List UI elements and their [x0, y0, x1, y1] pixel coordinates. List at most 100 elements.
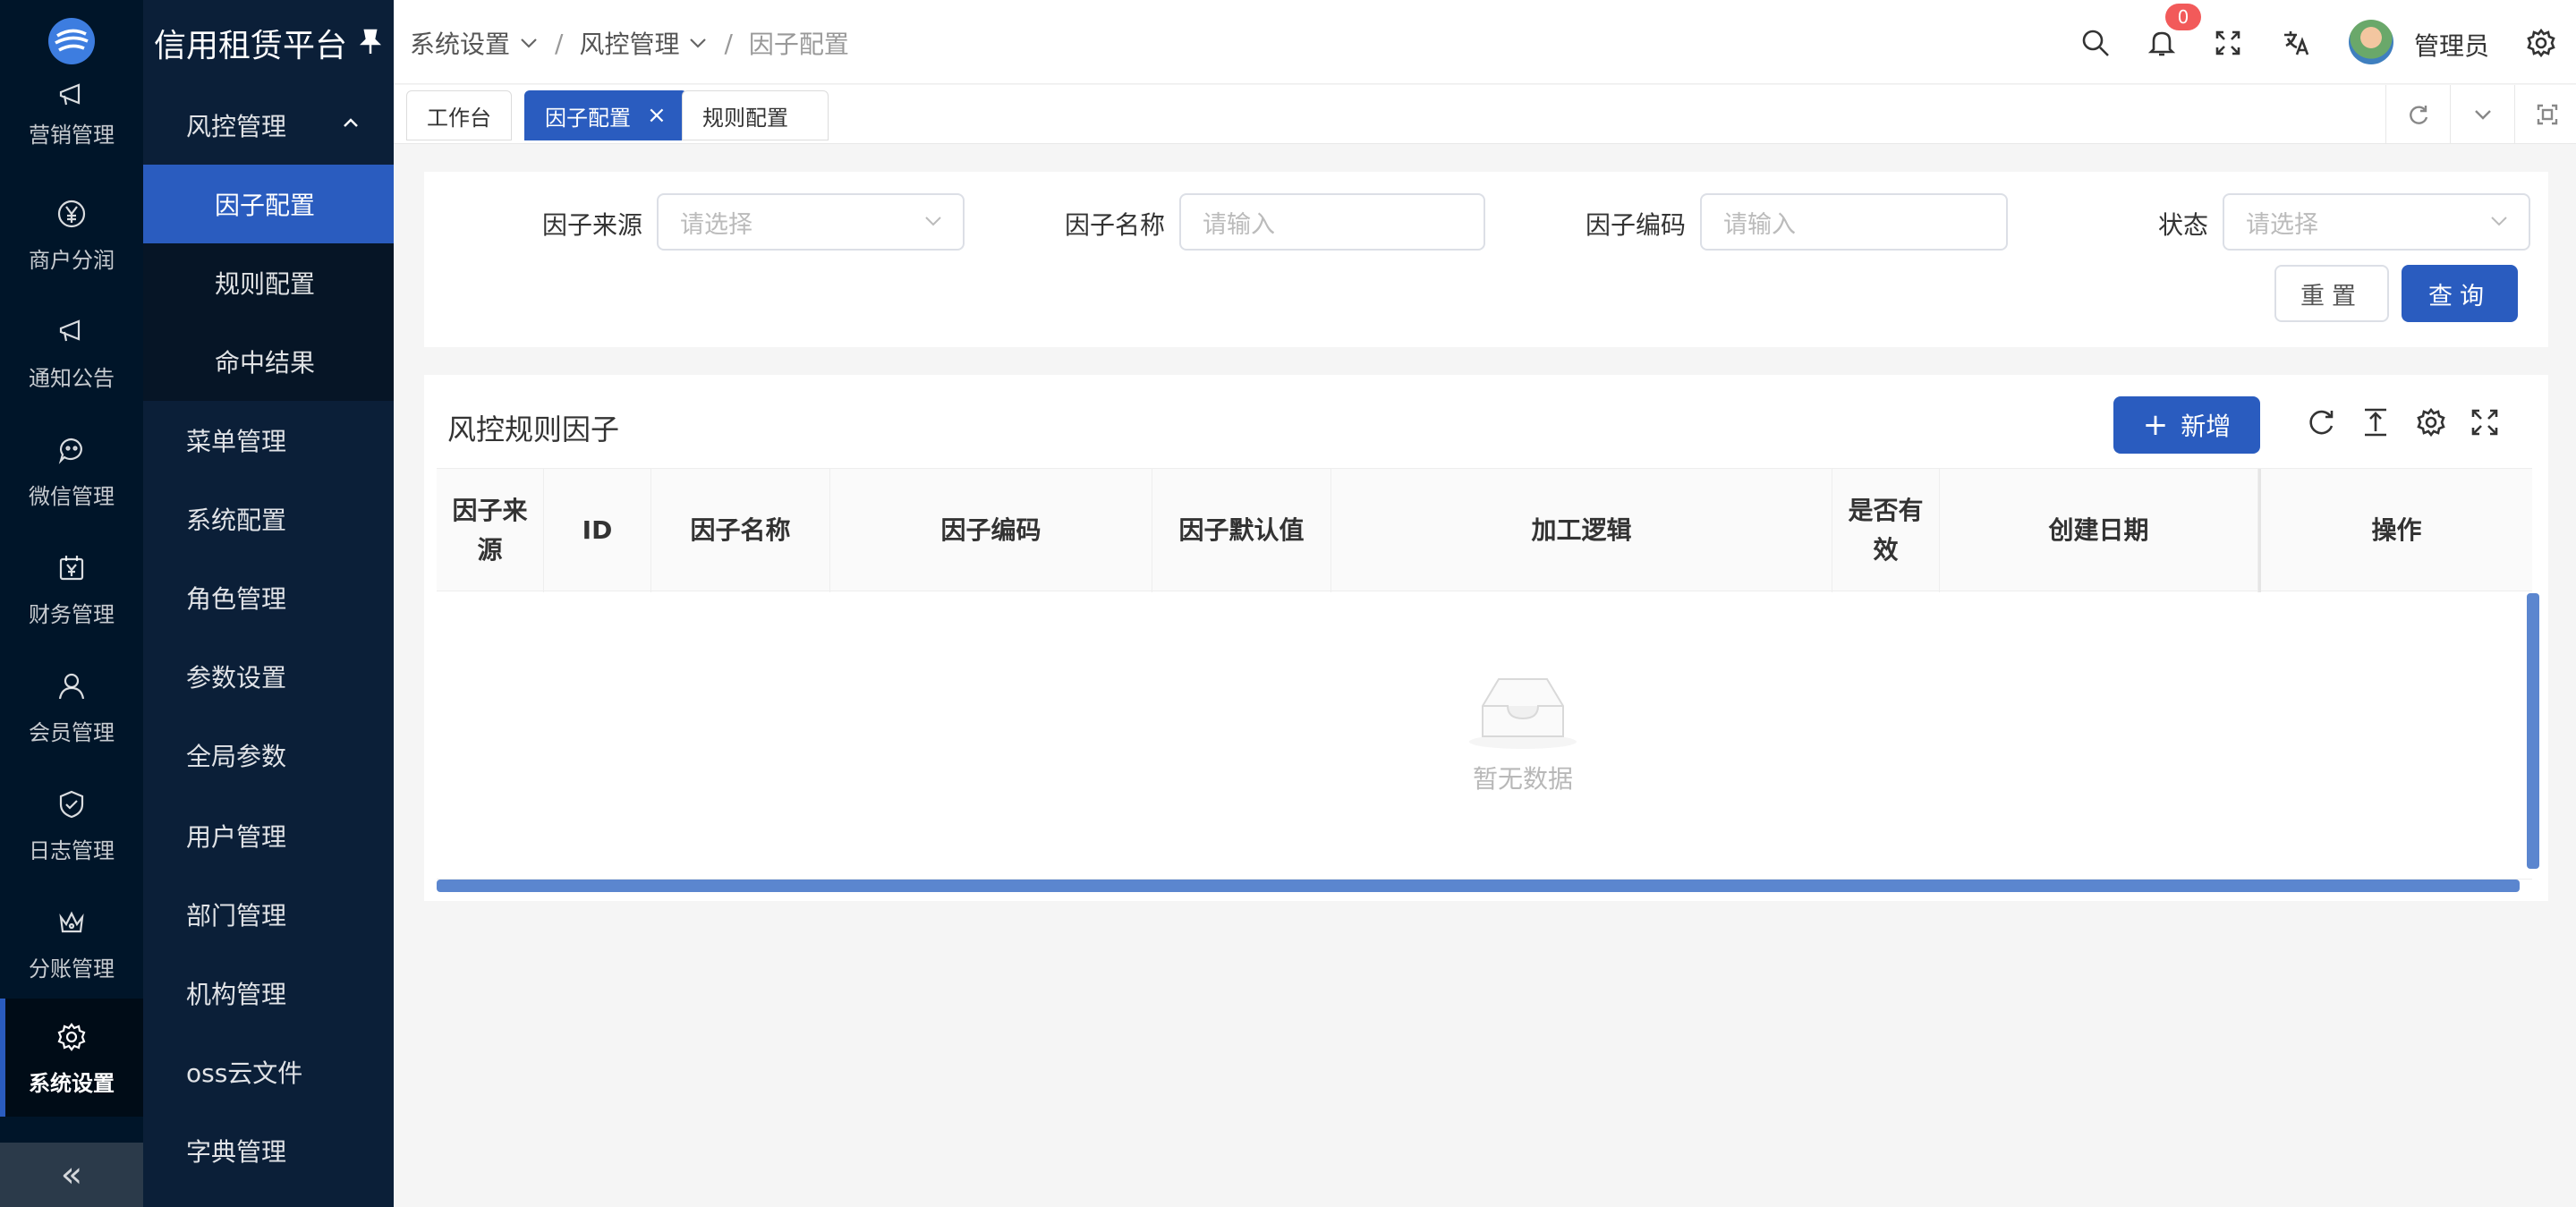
- query-button[interactable]: 查询: [2402, 265, 2518, 322]
- submenu-item-org-manage[interactable]: 机构管理: [143, 954, 394, 1033]
- rail-item-system-settings[interactable]: 系统设置: [0, 999, 143, 1117]
- avatar[interactable]: [2349, 20, 2393, 64]
- settings-gear-icon[interactable]: [2523, 25, 2559, 61]
- wechat-icon: [54, 432, 89, 468]
- submenu-item-oss-files[interactable]: oss云文件: [143, 1033, 394, 1111]
- submenu-item-dict-manage[interactable]: 字典管理: [143, 1111, 394, 1190]
- tab-factor-config[interactable]: 因子配置 ×: [524, 90, 687, 140]
- factor-name-label: 因子名称: [1065, 210, 1166, 240]
- column-height-icon[interactable]: [2355, 402, 2396, 443]
- rail-item-notice[interactable]: 通知公告: [0, 297, 143, 408]
- vertical-scrollbar[interactable]: [2527, 593, 2539, 869]
- top-header: 系统设置 / 风控管理 / 因子配置 0 管理员: [394, 0, 2576, 84]
- search-icon[interactable]: [2078, 25, 2113, 61]
- chevron-down-icon[interactable]: [2450, 85, 2514, 144]
- factor-source-select[interactable]: 请选择: [657, 193, 965, 251]
- chevron-down-icon: [690, 38, 707, 48]
- sidebar-collapse-button[interactable]: «: [0, 1143, 143, 1207]
- breadcrumb-item[interactable]: 系统设置: [410, 25, 539, 61]
- submenu-item-rule-config[interactable]: 规则配置: [143, 243, 394, 322]
- submenu-item-system-config[interactable]: 系统配置: [143, 480, 394, 558]
- rail-item-split-account[interactable]: 分账管理: [0, 888, 143, 999]
- submenu-group-risk-control[interactable]: 风控管理: [143, 86, 394, 165]
- chevron-up-icon: [344, 118, 358, 127]
- column-header[interactable]: 因子来源: [437, 469, 544, 592]
- chevron-down-icon: [925, 217, 941, 226]
- factor-name-input[interactable]: 请输入: [1179, 193, 1485, 251]
- refresh-tab-icon[interactable]: [2385, 85, 2450, 144]
- column-header[interactable]: 因子编码: [830, 469, 1152, 592]
- user-icon: [54, 668, 89, 704]
- refresh-icon[interactable]: [2301, 402, 2342, 443]
- horizontal-scrollbar[interactable]: [437, 880, 2520, 892]
- empty-inbox-icon: [1469, 678, 1577, 749]
- rail-item-log[interactable]: 日志管理: [0, 769, 143, 880]
- yen-circle-icon: [54, 196, 89, 232]
- column-header[interactable]: 因子默认值: [1152, 469, 1331, 592]
- pin-icon[interactable]: [358, 27, 383, 55]
- calendar-yen-icon: [54, 550, 89, 586]
- rail-item-merchant-profit[interactable]: 商户分润: [0, 179, 143, 290]
- brand-header: 信用租赁平台: [143, 0, 394, 82]
- chevron-down-icon: [2491, 217, 2507, 226]
- crown-icon: [54, 905, 89, 940]
- rail-item-member[interactable]: 会员管理: [0, 651, 143, 762]
- column-header[interactable]: 因子名称: [651, 469, 830, 592]
- gear-icon: [54, 1019, 89, 1055]
- close-icon[interactable]: ×: [647, 102, 667, 129]
- app-logo[interactable]: [0, 0, 143, 82]
- tab-rule-config[interactable]: 规则配置: [682, 90, 829, 140]
- username[interactable]: 管理员: [2414, 27, 2489, 63]
- notification-badge: 0: [2165, 4, 2201, 30]
- table-card: 风控规则因子 + 新增 因子来源 ID 因子名称 因子编码 因子默认值 加工逻辑…: [424, 375, 2548, 901]
- table-header: 因子来源 ID 因子名称 因子编码 因子默认值 加工逻辑 是否有效 创建日期 操…: [437, 468, 2532, 592]
- fullscreen-icon[interactable]: [2210, 25, 2246, 61]
- logo-icon: [48, 18, 95, 64]
- tabs-bar: 工作台 因子配置 × 规则配置: [394, 85, 2576, 144]
- submenu-item-param-settings[interactable]: 参数设置: [143, 637, 394, 716]
- status-select[interactable]: 请选择: [2223, 193, 2530, 251]
- table-body: 暂无数据: [437, 591, 2532, 880]
- rail-item-wechat[interactable]: 微信管理: [0, 415, 143, 526]
- rail-item-marketing[interactable]: 营销管理: [0, 82, 143, 161]
- fullscreen-icon[interactable]: [2464, 402, 2505, 443]
- add-button[interactable]: + 新增: [2113, 396, 2260, 454]
- column-header[interactable]: 是否有效: [1832, 469, 1940, 592]
- empty-state: 暂无数据: [1407, 670, 1639, 795]
- megaphone-icon: [54, 314, 89, 350]
- chevron-down-icon: [521, 38, 537, 48]
- submenu-item-menu-manage[interactable]: 菜单管理: [143, 401, 394, 480]
- search-panel: 因子来源 请选择 因子名称 请输入 因子编码 请输入 状态 请选择 重置 查询: [424, 172, 2548, 347]
- maximize-icon[interactable]: [2514, 85, 2576, 144]
- column-header[interactable]: 创建日期: [1940, 469, 2258, 592]
- shield-check-icon: [54, 786, 89, 822]
- submenu-item-factor-config[interactable]: 因子配置: [143, 165, 394, 243]
- reset-button[interactable]: 重置: [2274, 265, 2389, 322]
- plus-icon: +: [2142, 407, 2169, 443]
- status-label: 状态: [2158, 210, 2209, 240]
- factor-source-label: 因子来源: [542, 210, 643, 240]
- submenu-item-role-manage[interactable]: 角色管理: [143, 558, 394, 637]
- icon-rail: 营销管理 商户分润 通知公告 微信管理 财务管理 会员管理 日志管理 分账管理 …: [0, 0, 143, 1207]
- breadcrumb-separator: /: [724, 28, 733, 58]
- table-title: 风控规则因子: [447, 412, 620, 446]
- double-chevron-left-icon: «: [60, 1154, 83, 1195]
- breadcrumb-current: 因子配置: [748, 30, 849, 59]
- bell-icon[interactable]: [2144, 25, 2180, 61]
- factor-code-input[interactable]: 请输入: [1700, 193, 2008, 251]
- breadcrumb-item[interactable]: 风控管理: [579, 25, 708, 61]
- rail-item-finance[interactable]: 财务管理: [0, 533, 143, 644]
- column-header[interactable]: ID: [544, 469, 651, 592]
- submenu-item-global-params[interactable]: 全局参数: [143, 716, 394, 795]
- submenu-item-dept-manage[interactable]: 部门管理: [143, 875, 394, 954]
- tab-workbench[interactable]: 工作台: [406, 90, 512, 140]
- translate-icon[interactable]: [2278, 25, 2314, 61]
- submenu-item-user-manage[interactable]: 用户管理: [143, 796, 394, 875]
- table-settings-icon[interactable]: [2410, 402, 2452, 443]
- megaphone-icon: [54, 80, 89, 112]
- column-header[interactable]: 加工逻辑: [1331, 469, 1832, 592]
- submenu-item-hit-result[interactable]: 命中结果: [143, 322, 394, 401]
- empty-text: 暂无数据: [1472, 764, 1573, 794]
- column-header[interactable]: 操作: [2258, 469, 2532, 592]
- submenu: 风控管理 因子配置 规则配置 命中结果 菜单管理 系统配置 角色管理 参数设置 …: [143, 0, 394, 1207]
